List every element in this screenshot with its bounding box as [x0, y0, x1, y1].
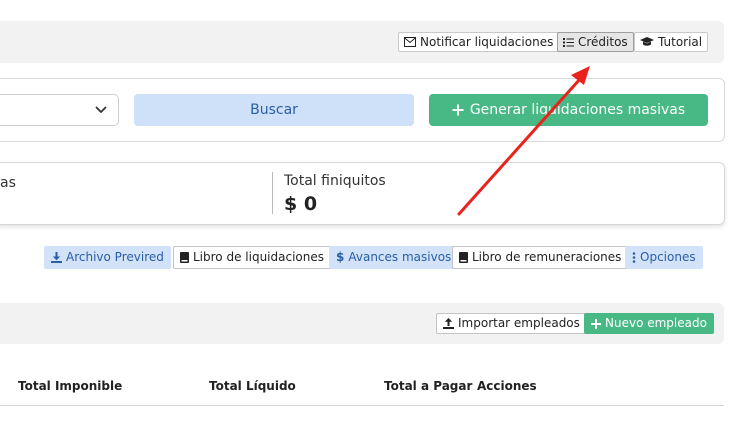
- options-label: Opciones: [640, 250, 696, 264]
- search-button[interactable]: Buscar: [134, 94, 414, 126]
- generate-bulk-payrolls-button[interactable]: Generar liquidaciones masivas: [429, 94, 708, 126]
- previred-file-button[interactable]: Archivo Previred: [44, 246, 171, 269]
- column-header-acciones: Acciones: [477, 379, 537, 393]
- vertical-ellipsis-icon: [632, 252, 636, 263]
- dollar-icon: $: [336, 250, 345, 264]
- notify-payrolls-button[interactable]: Notificar liquidaciones: [398, 32, 560, 52]
- summary-left-label: as: [0, 175, 16, 191]
- plus-icon: [452, 104, 464, 116]
- download-icon: [51, 252, 62, 263]
- total-finiquitos-label: Total finiquitos: [284, 173, 386, 189]
- plus-icon: [591, 318, 601, 329]
- search-button-label: Buscar: [250, 102, 298, 118]
- book-icon: [180, 252, 189, 263]
- tutorial-button[interactable]: Tutorial: [634, 32, 709, 52]
- column-header-total-liquido: Total Líquido: [209, 379, 296, 393]
- credits-label: Créditos: [578, 35, 628, 49]
- credits-button[interactable]: Créditos: [557, 32, 634, 52]
- payroll-book-label: Libro de liquidaciones: [193, 250, 324, 264]
- new-employee-label: Nuevo empleado: [605, 316, 707, 330]
- tutorial-label: Tutorial: [658, 35, 703, 49]
- payroll-book-button[interactable]: Libro de liquidaciones: [173, 246, 331, 269]
- chevron-down-icon: [92, 101, 110, 119]
- bulk-advances-button[interactable]: $ Avances masivos: [329, 246, 459, 269]
- envelope-icon: [404, 37, 416, 47]
- generate-bulk-payrolls-label: Generar liquidaciones masivas: [469, 102, 686, 118]
- summary-card: [0, 162, 725, 225]
- remuneration-book-button[interactable]: Libro de remuneraciones: [452, 246, 629, 269]
- previred-file-label: Archivo Previred: [66, 250, 164, 264]
- notify-payrolls-label: Notificar liquidaciones: [420, 35, 554, 49]
- summary-divider: [272, 172, 273, 214]
- import-employees-label: Importar empleados: [458, 316, 580, 330]
- bulk-advances-label: Avances masivos: [348, 250, 452, 264]
- column-header-total-imponible: Total Imponible: [18, 379, 123, 393]
- upload-icon: [443, 318, 454, 329]
- new-employee-button[interactable]: Nuevo empleado: [584, 313, 714, 334]
- book-icon: [459, 252, 468, 263]
- remuneration-book-label: Libro de remuneraciones: [472, 250, 622, 264]
- total-finiquitos-value: $ 0: [284, 193, 318, 215]
- options-button[interactable]: Opciones: [625, 246, 703, 269]
- graduation-cap-icon: [640, 37, 654, 47]
- list-icon: [563, 37, 574, 47]
- import-employees-button[interactable]: Importar empleados: [436, 313, 587, 334]
- column-header-total-a-pagar: Total a Pagar: [384, 379, 473, 393]
- table-header-divider: [0, 405, 724, 406]
